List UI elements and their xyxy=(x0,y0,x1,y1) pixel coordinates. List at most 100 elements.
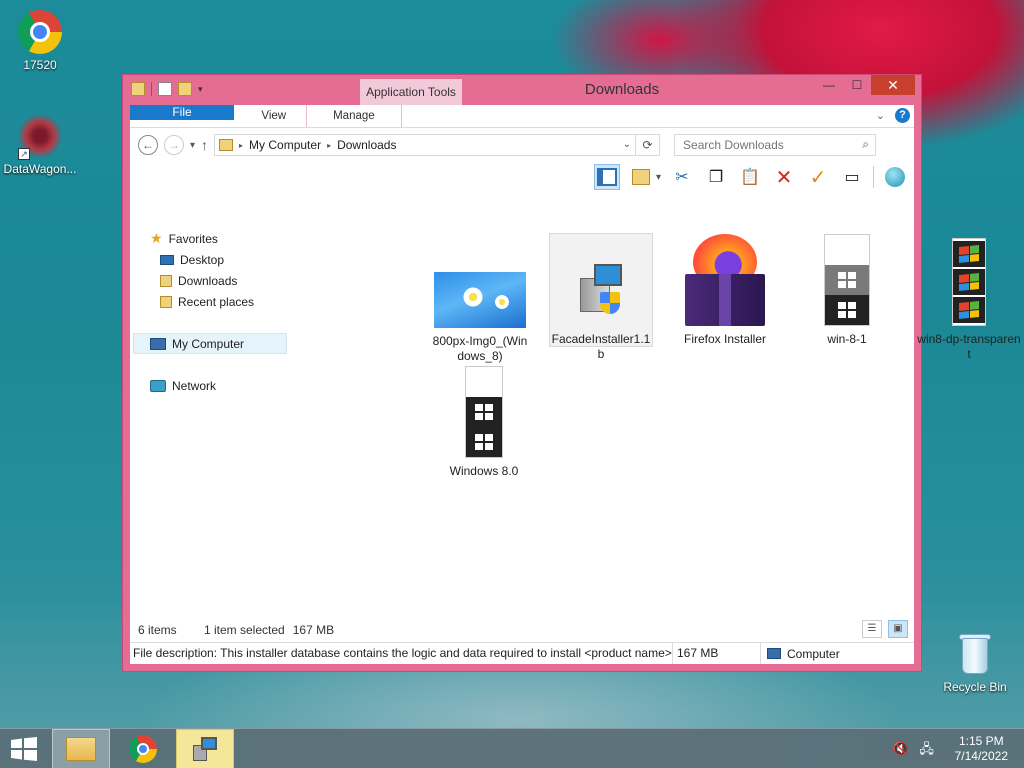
nav-recent-places[interactable]: Recent places xyxy=(130,291,290,312)
nav-network[interactable]: Network xyxy=(130,375,290,396)
nav-desktop[interactable]: Desktop xyxy=(130,249,290,270)
desktop-icon-datawagon[interactable]: ↗ DataWagon... xyxy=(0,114,80,176)
file-item[interactable]: FacadeInstaller1.1b xyxy=(549,233,653,361)
properties-icon[interactable] xyxy=(158,82,172,96)
command-toolbar: ▾ ✂ ❐ 📋 ✕ ✓ ▭ xyxy=(130,162,914,192)
file-item[interactable]: win-8-1 xyxy=(795,234,899,347)
navigation-pane: ★ Favorites Desktop Downloads Recent pla… xyxy=(130,216,290,618)
back-button[interactable]: ← xyxy=(138,135,158,155)
taskbar-installer[interactable] xyxy=(176,729,234,768)
search-box[interactable]: ⌕ xyxy=(674,134,877,156)
item-count: 6 items xyxy=(138,623,177,637)
minimize-button[interactable]: — xyxy=(815,75,843,95)
status-bar: 6 items 1 item selected 167 MB ☰ ▣ xyxy=(130,618,914,642)
system-tray: 🔇 🖧 1:15 PM 7/14/2022 xyxy=(893,729,1024,768)
navigation-pane-button[interactable] xyxy=(593,164,620,190)
network-icon[interactable]: 🖧 xyxy=(919,741,935,757)
image-thumbnail xyxy=(465,366,503,458)
folder-icon xyxy=(131,82,145,96)
taskbar-chrome[interactable] xyxy=(114,729,172,768)
tab-view[interactable]: View xyxy=(247,105,300,127)
breadcrumb-my-computer[interactable]: My Computer xyxy=(249,138,321,152)
start-button[interactable] xyxy=(10,737,38,761)
recent-locations-icon[interactable]: ▾ xyxy=(190,140,195,151)
shortcut-arrow-icon: ↗ xyxy=(18,148,30,160)
forward-button[interactable]: → xyxy=(164,135,184,155)
window-body: File Home Share View Manage ⌄ ? ← → ▾ ↑ … xyxy=(130,105,1021,664)
downloads-folder-icon xyxy=(160,274,172,287)
taskbar: 🔇 🖧 1:15 PM 7/14/2022 xyxy=(0,728,1024,768)
delete-button[interactable]: ✕ xyxy=(771,164,797,190)
toolbar-dropdown-icon[interactable]: ▾ xyxy=(656,172,661,183)
cut-button[interactable]: ✂ xyxy=(669,164,695,190)
large-icons-view-button[interactable]: ▣ xyxy=(888,620,908,638)
file-explorer-icon xyxy=(66,737,96,761)
clock-time: 1:15 PM xyxy=(958,734,1004,748)
file-size: 167 MB xyxy=(673,643,761,664)
folder-icon xyxy=(219,139,234,151)
nav-favorites[interactable]: ★ Favorites xyxy=(130,228,290,249)
image-thumbnail xyxy=(952,238,986,326)
desktop-icon xyxy=(160,254,174,265)
volume-muted-icon[interactable]: 🔇 xyxy=(893,741,909,757)
desktop-icon-chrome[interactable]: 17520 xyxy=(0,10,80,72)
nav-downloads[interactable]: Downloads xyxy=(130,270,290,291)
datawagon-icon: ↗ xyxy=(18,114,62,160)
expand-ribbon-icon[interactable]: ⌄ xyxy=(876,109,885,122)
help-icon[interactable]: ? xyxy=(895,108,910,123)
file-name: 800px-Img0_(Windows_8) xyxy=(432,334,528,363)
explorer-window: ▾ Application Tools Downloads — ☐ ✕ File… xyxy=(122,74,1021,672)
internet-button[interactable] xyxy=(882,164,908,190)
title-bar[interactable]: ▾ Application Tools Downloads — ☐ ✕ xyxy=(123,75,921,105)
new-folder-icon[interactable] xyxy=(178,82,192,96)
refresh-button[interactable]: ⟳ xyxy=(635,135,659,155)
file-name: win8-dp-transparent xyxy=(917,332,1021,361)
ribbon-tabs: File Home Share View Manage ⌄ ? xyxy=(130,105,914,128)
search-input[interactable] xyxy=(675,135,846,155)
image-thumbnail xyxy=(434,272,526,328)
file-item[interactable]: win8-dp-transparent xyxy=(917,234,1021,362)
content-area: ★ Favorites Desktop Downloads Recent pla… xyxy=(130,216,1021,618)
network-icon xyxy=(150,379,166,392)
select-button[interactable]: ✓ xyxy=(805,164,831,190)
search-icon[interactable]: ⌕ xyxy=(862,137,869,152)
address-bar[interactable]: ▸ My Computer ▸ Downloads ⌄ ⟳ xyxy=(214,134,661,156)
details-view-button[interactable]: ☰ xyxy=(862,620,882,638)
file-name: Windows 8.0 xyxy=(449,464,519,478)
taskbar-explorer[interactable] xyxy=(52,729,110,768)
qat-dropdown-icon[interactable]: ▾ xyxy=(198,84,203,95)
up-button[interactable]: ↑ xyxy=(201,137,208,153)
recycle-bin-icon xyxy=(958,632,992,676)
file-item[interactable]: Firefox Installer xyxy=(673,234,777,347)
clock[interactable]: 1:15 PM 7/14/2022 xyxy=(945,734,1024,764)
application-tools-label: Application Tools xyxy=(360,79,462,105)
address-row: ← → ▾ ↑ ▸ My Computer ▸ Downloads ⌄ ⟳ ⌕ xyxy=(130,128,914,162)
folder-options-button[interactable] xyxy=(628,164,654,190)
zone-info: Computer xyxy=(761,643,840,664)
tab-file[interactable]: File xyxy=(130,105,234,120)
desktop-icon-recycle-bin[interactable]: Recycle Bin xyxy=(935,632,1015,694)
maximize-button[interactable]: ☐ xyxy=(843,75,871,95)
breadcrumb-downloads[interactable]: Downloads xyxy=(337,138,396,152)
folder-check-icon xyxy=(631,169,650,185)
copy-button[interactable]: ❐ xyxy=(703,164,729,190)
tab-manage[interactable]: Manage xyxy=(306,105,402,127)
installer-icon xyxy=(191,735,219,763)
file-name: win-8-1 xyxy=(827,332,867,346)
close-button[interactable]: ✕ xyxy=(871,75,915,95)
file-item[interactable]: Windows 8.0 xyxy=(432,366,536,479)
file-item[interactable]: 800px-Img0_(Windows_8) xyxy=(430,268,530,364)
desktop-icon-label: 17520 xyxy=(23,58,57,72)
file-description: File description: This installer databas… xyxy=(130,643,673,664)
window-title: Downloads xyxy=(584,81,660,98)
image-thumbnail xyxy=(824,234,870,326)
paste-button[interactable]: 📋 xyxy=(737,164,763,190)
file-name: Firefox Installer xyxy=(683,332,767,346)
firefox-icon xyxy=(683,232,767,326)
computer-icon xyxy=(767,648,781,659)
rename-button[interactable]: ▭ xyxy=(839,164,865,190)
star-icon: ★ xyxy=(150,230,163,246)
address-dropdown-icon[interactable]: ⌄ xyxy=(623,139,631,150)
nav-my-computer[interactable]: My Computer xyxy=(133,333,287,354)
clock-date: 7/14/2022 xyxy=(954,749,1008,763)
